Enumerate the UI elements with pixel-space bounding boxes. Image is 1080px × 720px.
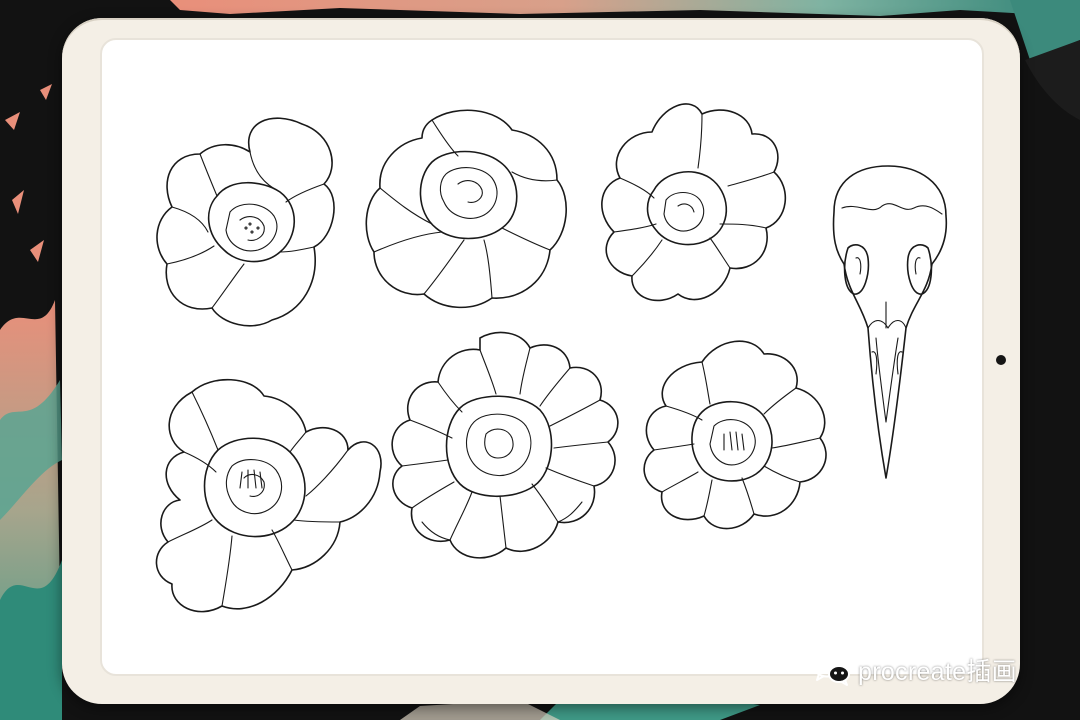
wechat-icon — [813, 654, 850, 686]
drawing-peony-4 — [643, 340, 827, 530]
drawing-rose — [365, 109, 567, 309]
drawing-chrysanthemum — [391, 331, 619, 559]
drawing-bird-skull — [832, 165, 948, 479]
drawing-canvas — [100, 38, 984, 676]
drawing-peony-2 — [601, 103, 787, 302]
front-camera-dot — [996, 355, 1006, 365]
drawing-peony-3 — [155, 378, 382, 613]
drawing-peony-1 — [156, 117, 335, 327]
watermark: procreate插画 — [812, 648, 1048, 692]
watermark-text: procreate插画 — [858, 658, 1017, 686]
